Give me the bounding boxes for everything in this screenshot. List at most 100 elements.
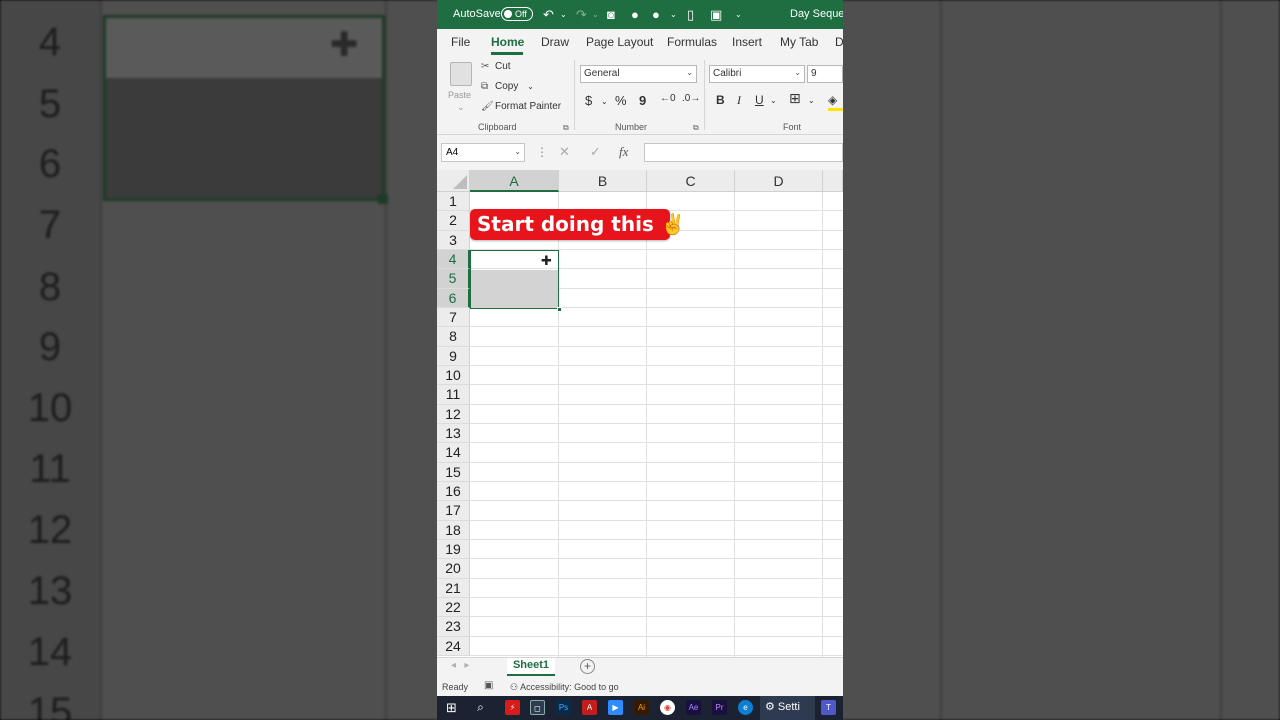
clipboard-icon[interactable]: ▣: [710, 7, 722, 23]
row-header-21[interactable]: 21: [437, 578, 470, 598]
format-painter-button[interactable]: 🖌Format Painter: [481, 101, 561, 112]
percent-button[interactable]: %: [615, 93, 627, 108]
row-header-6[interactable]: 6: [437, 288, 470, 308]
add-sheet-icon[interactable]: +: [580, 659, 595, 674]
cancel-icon[interactable]: ✕: [559, 144, 570, 160]
search-icon[interactable]: ⌕: [473, 700, 488, 715]
cut-button[interactable]: ✂ Cut: [481, 61, 511, 72]
paste-dropdown-icon[interactable]: ⌄: [457, 102, 465, 113]
formula-input[interactable]: [644, 143, 843, 162]
after-effects-icon[interactable]: Ae: [686, 700, 701, 715]
column-header-b[interactable]: B: [559, 170, 647, 192]
row-header-17[interactable]: 17: [437, 501, 470, 521]
row-header-12[interactable]: 12: [437, 404, 470, 424]
increase-decimal-icon[interactable]: ←0: [660, 93, 676, 104]
redo-dropdown-icon[interactable]: ⌄: [592, 10, 599, 19]
customize-quick-access-icon[interactable]: ⌄: [735, 10, 742, 19]
row-header-10[interactable]: 10: [437, 365, 470, 386]
comma-style-button[interactable]: 9: [639, 93, 646, 108]
row-header-19[interactable]: 19: [437, 539, 470, 560]
chrome-icon[interactable]: ◉: [660, 700, 675, 715]
tab-formulas[interactable]: Formulas: [667, 35, 717, 49]
row-header-4[interactable]: 4: [437, 249, 470, 270]
row-header-22[interactable]: 22: [437, 597, 470, 618]
tab-my-tab[interactable]: My Tab: [780, 35, 818, 49]
accessibility-status[interactable]: ⚇ Accessibility: Good to go: [510, 682, 619, 693]
row-header-5[interactable]: 5: [437, 269, 470, 289]
copy-dropdown-icon[interactable]: ⌄: [527, 82, 534, 91]
new-file-icon[interactable]: ▯: [687, 7, 694, 23]
undo-dropdown-icon[interactable]: ⌄: [560, 10, 567, 19]
currency-format-button[interactable]: $: [585, 93, 592, 108]
row-header-7[interactable]: 7: [437, 307, 470, 328]
app-red-icon[interactable]: ⚡: [505, 700, 520, 715]
decrease-decimal-icon[interactable]: .0→: [682, 93, 700, 104]
taskbar-settings[interactable]: ⚙ Setti: [765, 700, 800, 713]
windows-start-icon[interactable]: ⊞: [444, 700, 459, 715]
enter-icon[interactable]: ✓: [590, 144, 601, 160]
fill-color-icon[interactable]: ◈: [828, 93, 837, 107]
row-header-24[interactable]: 24: [437, 636, 470, 656]
zoom-icon[interactable]: ▶: [608, 700, 623, 715]
row-header-23[interactable]: 23: [437, 617, 470, 637]
teams-icon[interactable]: T: [821, 700, 836, 715]
premiere-icon[interactable]: Pr: [712, 700, 727, 715]
tab-home[interactable]: Home: [491, 35, 524, 49]
photoshop-icon[interactable]: Ps: [556, 700, 571, 715]
paste-icon[interactable]: [450, 62, 472, 86]
column-header-a[interactable]: A: [470, 170, 559, 192]
row-header-16[interactable]: 16: [437, 481, 470, 502]
row-header-14[interactable]: 14: [437, 443, 470, 463]
underline-dropdown-icon[interactable]: ⌄: [770, 96, 777, 105]
select-all-button[interactable]: [437, 170, 470, 192]
sheet-tab-sheet1[interactable]: Sheet1: [507, 658, 555, 676]
number-format-select[interactable]: General ⌄: [580, 65, 697, 83]
edge-icon[interactable]: e: [738, 700, 753, 715]
borders-dropdown-icon[interactable]: ⌄: [808, 96, 815, 105]
paste-button[interactable]: Paste: [448, 90, 471, 100]
row-header-1[interactable]: 1: [437, 192, 470, 212]
tab-insert[interactable]: Insert: [732, 35, 762, 49]
clipboard-dialog-launcher-icon[interactable]: ⧉: [563, 123, 569, 133]
circle-icon[interactable]: ●: [631, 7, 639, 22]
row-header-18[interactable]: 18: [437, 520, 470, 540]
bold-button[interactable]: B: [716, 93, 725, 107]
app-generic-icon[interactable]: ◻: [530, 700, 545, 715]
insert-function-button[interactable]: fx: [619, 144, 628, 160]
font-size-select[interactable]: 9: [807, 65, 843, 83]
tab-page-layout[interactable]: Page Layout: [586, 35, 653, 49]
number-dialog-launcher-icon[interactable]: ⧉: [693, 123, 699, 133]
macro-record-icon[interactable]: ▣: [484, 680, 493, 691]
undo-icon[interactable]: ↶: [543, 7, 554, 23]
row-header-11[interactable]: 11: [437, 385, 470, 405]
row-header-2[interactable]: 2: [437, 211, 470, 231]
column-header-e[interactable]: [823, 170, 843, 192]
italic-button[interactable]: I: [737, 93, 741, 108]
column-header-d[interactable]: D: [735, 170, 823, 192]
row-header-3[interactable]: 3: [437, 230, 470, 250]
font-name-select[interactable]: Calibri ⌄: [709, 65, 805, 83]
copy-button[interactable]: ⧉ Copy ⌄: [481, 81, 534, 92]
dropdown-icon[interactable]: ⌄: [670, 10, 677, 19]
row-header-13[interactable]: 13: [437, 423, 470, 444]
underline-button[interactable]: U: [755, 93, 764, 107]
tab-draw[interactable]: Draw: [541, 35, 569, 49]
sheet-nav-icon[interactable]: ◂ ▸: [451, 660, 469, 671]
name-box[interactable]: A4 ⌄: [441, 143, 525, 162]
acrobat-icon[interactable]: A: [582, 700, 597, 715]
row-header-8[interactable]: 8: [437, 327, 470, 347]
borders-icon[interactable]: ⊞: [789, 90, 801, 107]
tab-file[interactable]: File: [451, 35, 470, 49]
fill-handle[interactable]: [557, 307, 562, 312]
tab-d[interactable]: D: [835, 35, 843, 49]
circle-icon[interactable]: ●: [652, 7, 660, 22]
column-header-c[interactable]: C: [647, 170, 735, 192]
row-header-15[interactable]: 15: [437, 462, 470, 482]
redo-icon[interactable]: ↷: [576, 7, 587, 23]
currency-dropdown-icon[interactable]: ⌄: [601, 97, 608, 106]
row-header-20[interactable]: 20: [437, 559, 470, 579]
autosave-toggle[interactable]: Off: [501, 7, 533, 21]
camera-icon[interactable]: ◙: [607, 7, 615, 22]
row-header-9[interactable]: 9: [437, 346, 470, 366]
illustrator-icon[interactable]: Ai: [634, 700, 649, 715]
